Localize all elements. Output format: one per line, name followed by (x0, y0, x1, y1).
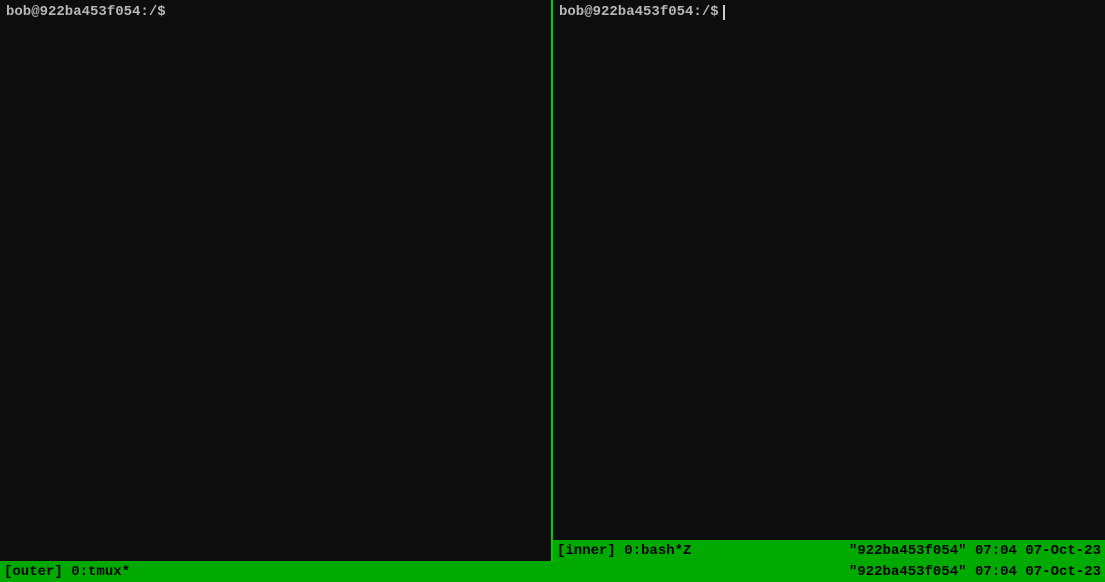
spacer (967, 543, 975, 559)
terminal-container: bob@922ba453f054:/$ bob@922ba453f054:/$ … (0, 0, 1105, 561)
inner-time: 07:04 (975, 543, 1017, 559)
inner-date: 07-Oct-23 (1025, 543, 1101, 559)
prompt-line-right: bob@922ba453f054:/$ (559, 4, 1099, 20)
tmux-status-bar-inner: [inner] 0:bash*Z "922ba453f054" 07:04 07… (553, 540, 1105, 561)
spacer (1017, 543, 1025, 559)
outer-status-left: [outer] 0:tmux* (4, 564, 130, 580)
outer-status-right: "922ba453f054" 07:04 07-Oct-23 (849, 564, 1101, 580)
spacer (1017, 564, 1025, 580)
spacer (63, 564, 71, 580)
prompt-line-left: bob@922ba453f054:/$ (6, 4, 545, 20)
spacer (616, 543, 624, 559)
tmux-pane-left[interactable]: bob@922ba453f054:/$ (0, 0, 553, 561)
inner-host: "922ba453f054" (849, 543, 967, 559)
tmux-status-bar-outer: [outer] 0:tmux* "922ba453f054" 07:04 07-… (0, 561, 1105, 582)
inner-status-left: [inner] 0:bash*Z (557, 543, 691, 559)
inner-window-info: 0:bash*Z (624, 543, 691, 559)
shell-prompt-right: bob@922ba453f054:/$ (559, 4, 719, 20)
inner-status-right: "922ba453f054" 07:04 07-Oct-23 (849, 543, 1101, 559)
outer-time: 07:04 (975, 564, 1017, 580)
outer-session-name: [outer] (4, 564, 63, 580)
outer-host: "922ba453f054" (849, 564, 967, 580)
outer-date: 07-Oct-23 (1025, 564, 1101, 580)
pane-right-content: bob@922ba453f054:/$ (553, 0, 1105, 540)
shell-prompt-left: bob@922ba453f054:/$ (6, 4, 166, 20)
tmux-pane-right[interactable]: bob@922ba453f054:/$ [inner] 0:bash*Z "92… (553, 0, 1105, 561)
outer-window-info: 0:tmux* (71, 564, 130, 580)
spacer (967, 564, 975, 580)
inner-session-name: [inner] (557, 543, 616, 559)
cursor-icon (723, 5, 725, 20)
